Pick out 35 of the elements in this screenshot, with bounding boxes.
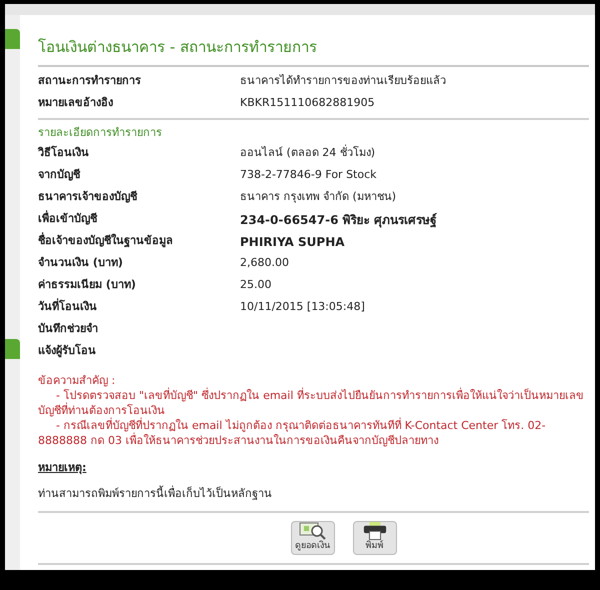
print-button[interactable]: พิมพ์ (352, 520, 396, 554)
note-text: ท่านสามารถพิมพ์รายการนี้เพื่อเก็บไว้เป็นหลักฐาน (38, 486, 589, 512)
field-value: PHIRIYA SUPHA (240, 234, 345, 250)
field-label: บันทึกช่วยจำ (38, 321, 99, 338)
magnifier-icon (298, 522, 326, 540)
field-label: จำนวนเงิน (บาท) (38, 255, 124, 272)
field-value: 2,680.00 (240, 255, 289, 272)
field-label: หมายเลขอ้างอิง (38, 95, 114, 112)
field-label: วันที่โอนเงิน (38, 299, 98, 316)
sidebar-tab[interactable] (5, 29, 20, 49)
field-value: 10/11/2015 [13:05:48] (240, 299, 365, 316)
field-label: สถานะการทำรายการ (38, 73, 142, 90)
field-value: 25.00 (240, 277, 272, 294)
important-note: - กรณีเลขที่บัญชีที่ปรากฏใน email ไม่ถูกต้อง กรุณาติดต่อธนาคารทันทีที่ K-Contact Center โทร. 02-8888888 กด 03 เพื่อให้ธนาคารช่วยประสานงานในการขอเงินคืนจากบัญชีปลายทาง (38, 418, 547, 448)
view-balance-button[interactable]: ดูยอดเงิน (290, 520, 334, 554)
field-value: ธนาคาร กรุงเทพ จำกัด (มหาชน) (240, 189, 396, 206)
field-label: วิธีโอนเงิน (38, 145, 90, 162)
field-value: ออนไลน์ (ตลอด 24 ชั่วโมง) (240, 145, 376, 162)
sidebar-tab[interactable] (5, 339, 20, 359)
field-label: เพื่อเข้าบัญชี (38, 211, 98, 228)
field-label: จากบัญชี (38, 167, 82, 184)
field-value: ธนาคารได้ทำรายการของท่านเรียบร้อยแล้ว (240, 73, 446, 90)
important-heading: ข้อความสำคัญ : (38, 372, 116, 388)
printer-icon (362, 522, 388, 540)
field-label: ค่าธรรมเนียม (บาท) (38, 277, 137, 294)
field-value: 738-2-77846-9 For Stock (240, 167, 377, 184)
field-value: KBKR151110682881905 (240, 95, 375, 112)
field-label: ธนาคารเจ้าของบัญชี (38, 189, 138, 206)
field-label: แจ้งผู้รับโอน (38, 343, 97, 360)
section-heading: รายละเอียดการทำรายการ (38, 124, 163, 140)
field-label: ชื่อเจ้าของบัญชีในฐานข้อมูล (38, 233, 174, 250)
note-heading: หมายเหตุ: (38, 460, 86, 476)
important-note: - โปรดตรวจสอบ "เลขที่บัญชี" ซึ่งปรากฏใน email ที่ระบบส่งไปยืนยันการทำรายการเพื่อให้แน่ใจว่าเป็นหมายเลขบัญชีที่ท่านต้องการโอนเงิน (38, 388, 585, 418)
page-title: โอนเงินต่างธนาคาร - สถานะการทำรายการ (38, 36, 589, 66)
field-value: 234-0-66547-6 พิริยะ ศุภนรเศรษฐ์ (240, 212, 437, 228)
